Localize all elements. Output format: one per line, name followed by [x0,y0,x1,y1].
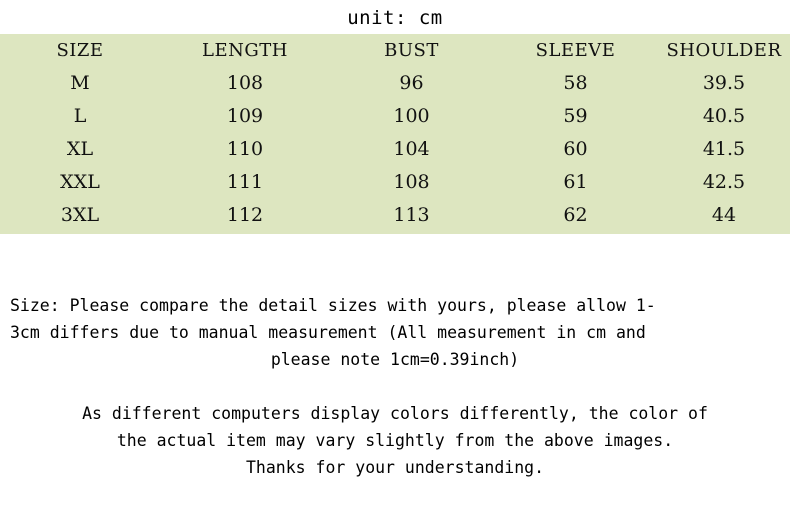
cell-sleeve: 62 [563,204,588,226]
size-table-body: M 108 96 58 39.5 L 109 100 59 40.5 XL 11… [0,67,790,232]
cell-length: 111 [226,171,264,193]
size-note-line-1: Size: Please compare the detail sizes wi… [10,296,656,315]
cell-bust: 104 [393,138,430,160]
cell-length: 109 [226,105,264,127]
cell-bust: 113 [393,204,430,226]
cell-length: 112 [226,204,264,226]
column-header-shoulder: SHOULDER [666,40,782,61]
unit-caption: unit: cm [347,7,443,29]
cell-bust: 96 [399,72,424,94]
column-header-size: SIZE [56,40,104,61]
size-chart-page: unit: cm SIZE LENGTH BUST SLEEVE SHOULDE… [0,0,790,530]
cell-shoulder: 42.5 [702,171,746,193]
table-header-row: SIZE LENGTH BUST SLEEVE SHOULDER [0,34,790,67]
color-note-line-2: the actual item may vary slightly from t… [116,431,674,450]
cell-shoulder: 44 [711,204,737,226]
cell-sleeve: 60 [563,138,588,160]
cell-size: 3XL [60,204,100,226]
cell-sleeve: 59 [563,105,588,127]
color-note-line-1: As different computers display colors di… [82,404,708,423]
size-note-line-2: 3cm differs due to manual measurement (A… [10,323,646,342]
size-table: SIZE LENGTH BUST SLEEVE SHOULDER M 108 9… [0,34,790,232]
size-table-container: SIZE LENGTH BUST SLEEVE SHOULDER M 108 9… [0,34,790,234]
cell-shoulder: 40.5 [702,105,746,127]
cell-shoulder: 39.5 [702,72,746,94]
cell-size: M [70,72,90,94]
cell-bust: 108 [393,171,430,193]
column-header-length: LENGTH [202,40,288,61]
cell-sleeve: 58 [563,72,588,94]
column-header-bust: BUST [384,40,439,61]
cell-size: XL [66,138,94,160]
cell-size: L [73,105,87,127]
cell-length: 110 [226,138,264,160]
color-disclaimer-note: As different computers display colors di… [10,400,780,481]
cell-sleeve: 61 [563,171,588,193]
table-row: M 108 96 58 39.5 [0,67,790,100]
table-row: 3XL 112 113 62 44 [0,199,790,232]
cell-bust: 100 [393,105,430,127]
size-note-line-3: please note 1cm=0.39inch) [270,350,520,369]
table-row: L 109 100 59 40.5 [0,100,790,133]
size-table-header: SIZE LENGTH BUST SLEEVE SHOULDER [0,34,790,67]
cell-shoulder: 41.5 [702,138,746,160]
size-disclaimer-note: Size: Please compare the detail sizes wi… [10,292,780,373]
cell-length: 108 [226,72,264,94]
color-note-line-3: Thanks for your understanding. [245,458,544,477]
cell-size: XXL [60,171,100,193]
column-header-sleeve: SLEEVE [535,40,616,61]
table-row: XL 110 104 60 41.5 [0,133,790,166]
table-row: XXL 111 108 61 42.5 [0,166,790,199]
